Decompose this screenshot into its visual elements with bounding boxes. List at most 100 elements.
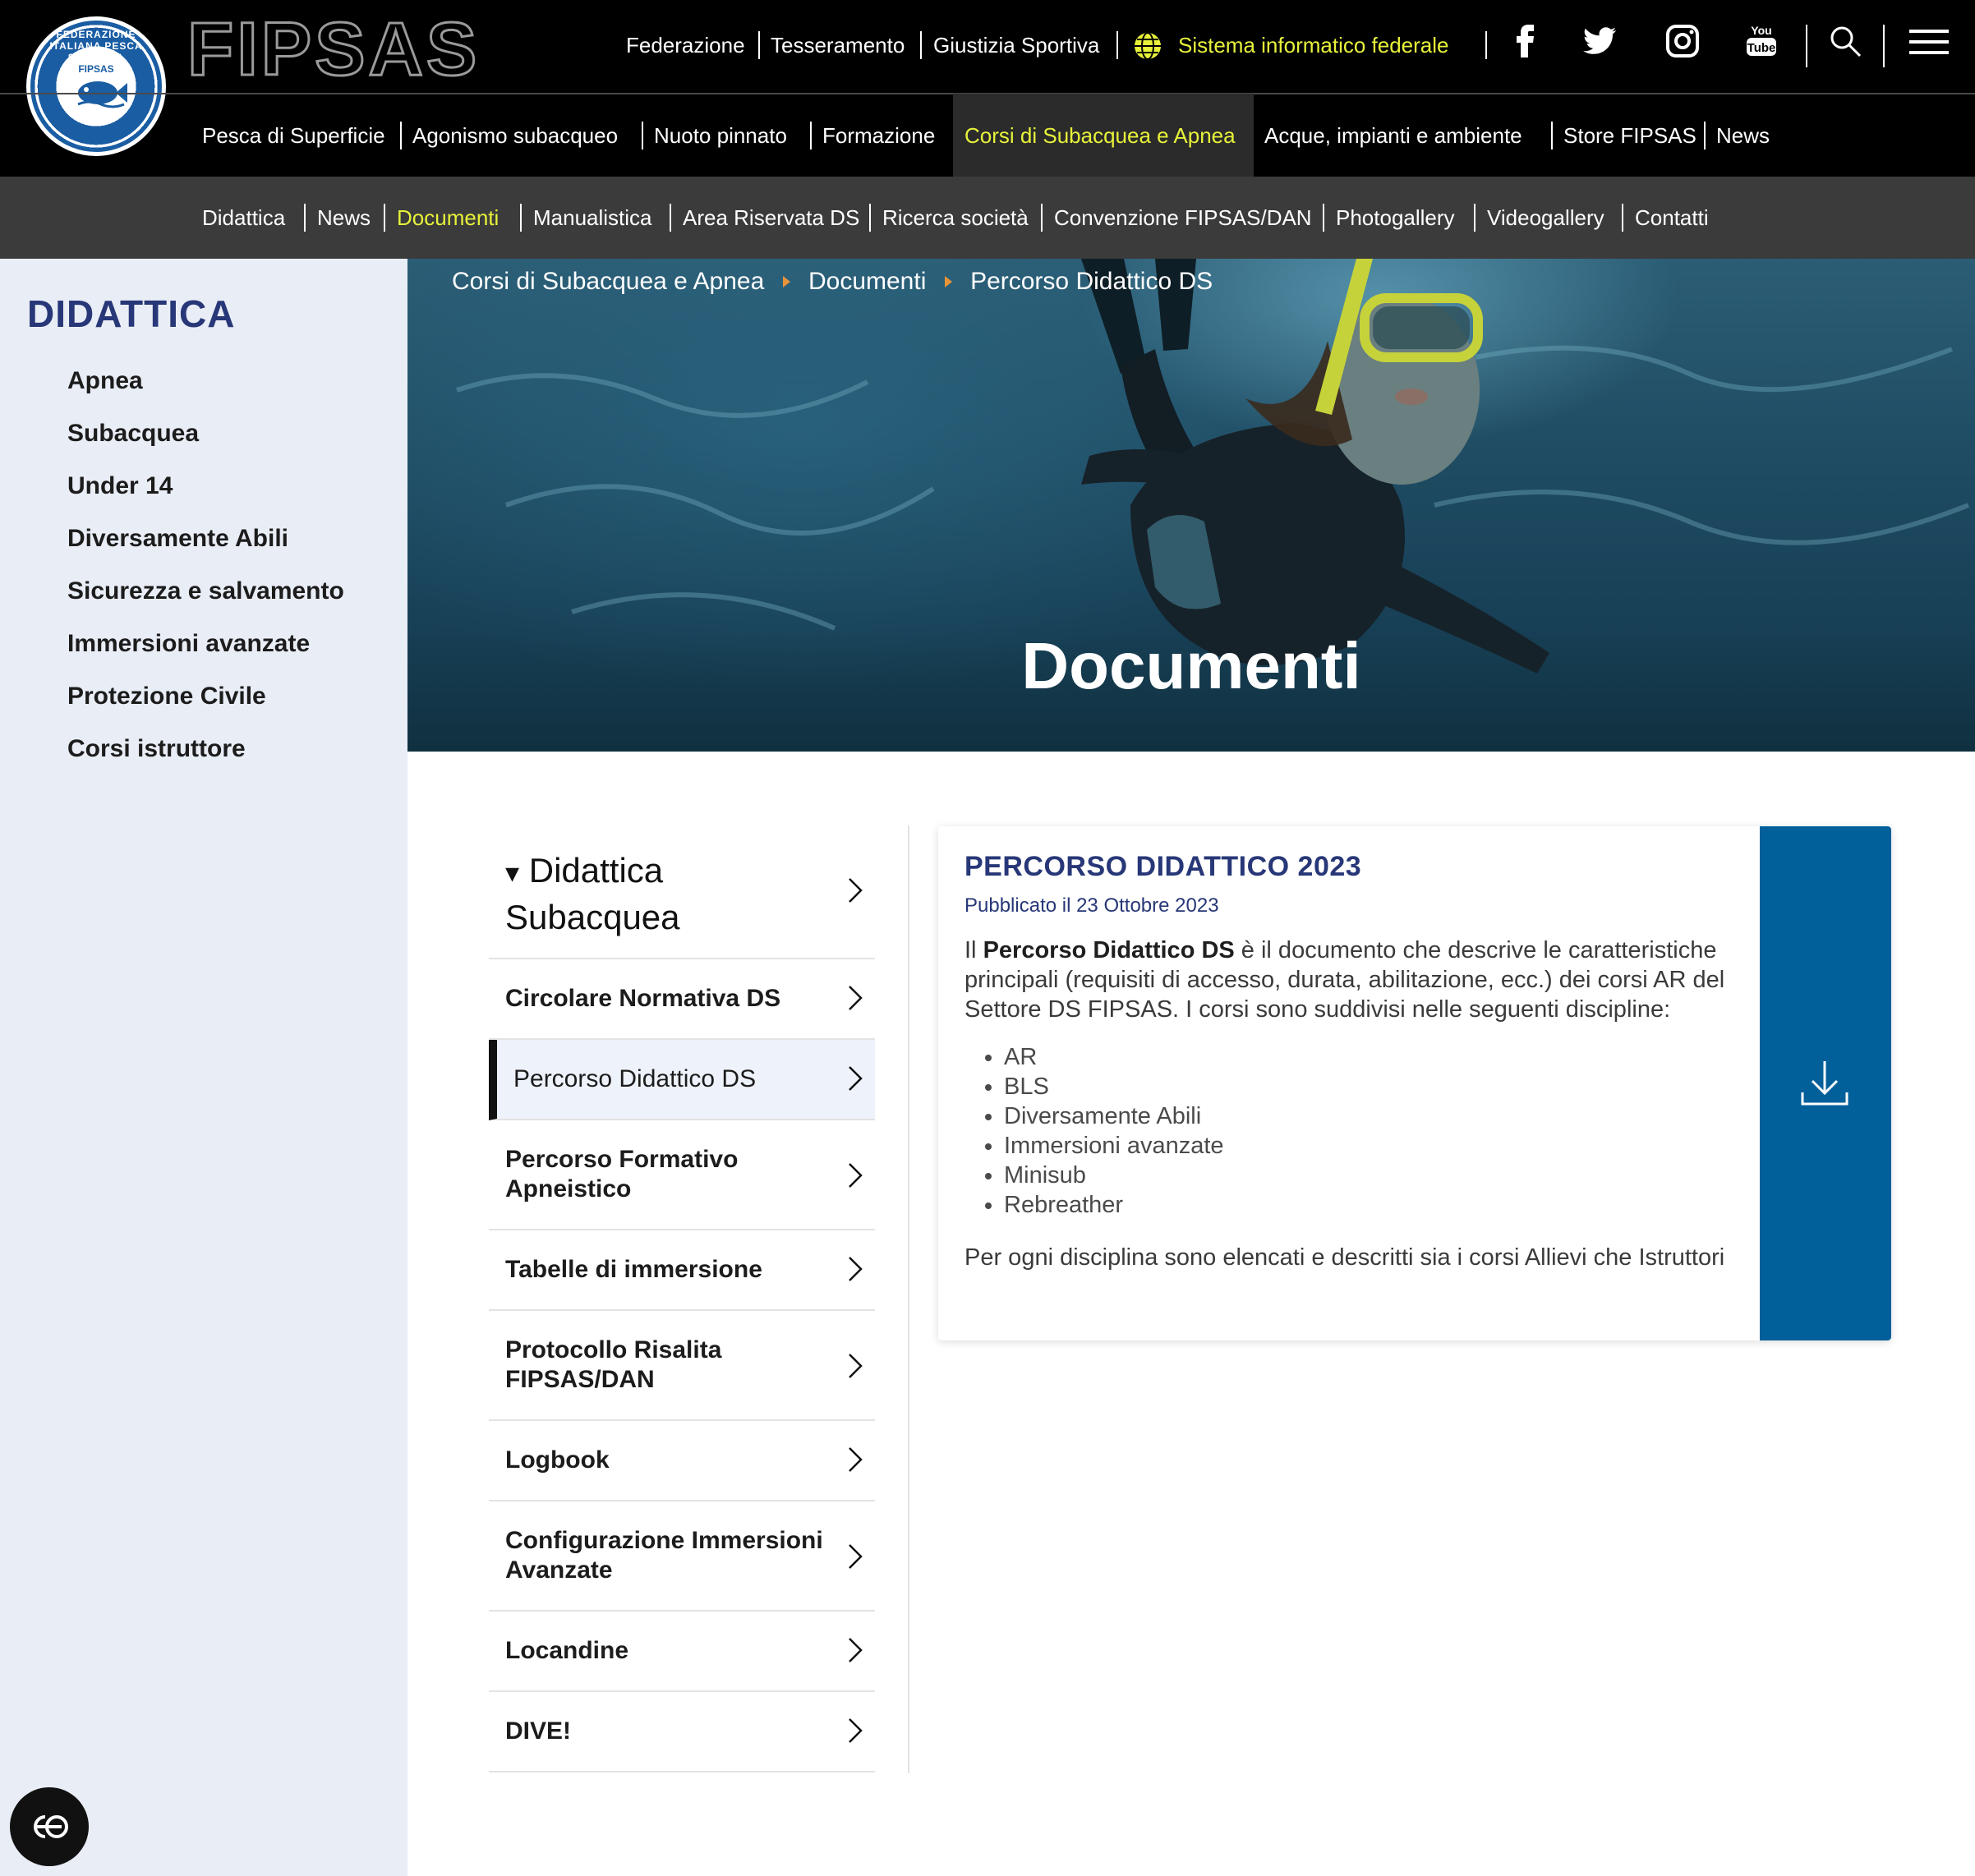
sub-nav-didattica[interactable]: Didattica: [202, 205, 285, 231]
chevron-right-icon: [849, 1447, 863, 1472]
nav-separator: [1323, 204, 1324, 232]
search-icon[interactable]: [1825, 21, 1865, 61]
nav-giustizia-sportiva[interactable]: Giustizia Sportiva: [933, 33, 1099, 58]
sidebar-item-immersioni-avanzate[interactable]: Immersioni avanzate: [67, 630, 310, 658]
fipsas-seal-logo[interactable]: FEDERAZIONE ITALIANA PESCA SPORTIVA FIPS…: [26, 16, 166, 156]
chevron-right-icon: [849, 878, 863, 903]
nav-tesseramento[interactable]: Tesseramento: [771, 33, 905, 58]
top-header: FEDERAZIONE ITALIANA PESCA SPORTIVA FIPS…: [0, 0, 1975, 177]
doc-item-label-line2: FIPSAS/DAN: [505, 1366, 655, 1393]
breadcrumb-item-corsi[interactable]: Corsi di Subacquea e Apnea: [452, 268, 764, 296]
main-nav-agonismo-subacqueo[interactable]: Agonismo subacqueo: [412, 123, 618, 149]
doc-item-label: Percorso Formativo Apneistico: [505, 1145, 738, 1204]
main-nav-pesca-di-superficie[interactable]: Pesca di Superficie: [202, 123, 385, 149]
globe-icon: [1135, 32, 1161, 60]
nav-separator: [1551, 122, 1553, 149]
nav-separator: [810, 122, 812, 149]
chevron-right-icon: [849, 1257, 863, 1281]
description-prefix: Il: [964, 937, 983, 963]
nav-separator: [642, 122, 643, 149]
doc-item-label-line2: Apneistico: [505, 1175, 632, 1202]
main-nav-formazione[interactable]: Formazione: [822, 123, 935, 149]
nav-separator: [1485, 31, 1487, 59]
nav-separator: [1883, 25, 1885, 67]
doc-category-header-label: ▾ Didattica Subacquea: [505, 848, 680, 940]
nav-separator: [1704, 122, 1706, 149]
chevron-right-icon: [849, 986, 863, 1010]
doc-item-dive[interactable]: DIVE!: [489, 1692, 875, 1773]
doc-item-label: Protocollo Risalita FIPSAS/DAN: [505, 1336, 721, 1395]
doc-item-label-line1: Configurazione Immersioni: [505, 1527, 823, 1554]
discipline-list: AR BLS Diversamente Abili Immersioni ava…: [964, 1042, 1786, 1220]
document-publish-date: Pubblicato il 23 Ottobre 2023: [964, 894, 1219, 917]
doc-item-configurazione-immersioni[interactable]: Configurazione Immersioni Avanzate: [489, 1501, 875, 1612]
discipline-item: Minisub: [1004, 1161, 1786, 1190]
fipsas-wordmark[interactable]: FIPSAS: [186, 11, 480, 89]
main-nav-news[interactable]: News: [1716, 123, 1770, 149]
doc-item-tabelle-immersione[interactable]: Tabelle di immersione: [489, 1230, 875, 1311]
breadcrumb-item-current: Percorso Didattico DS: [970, 268, 1213, 296]
sidebar-item-protezione-civile[interactable]: Protezione Civile: [67, 683, 266, 710]
doc-item-percorso-formativo-apneistico[interactable]: Percorso Formativo Apneistico: [489, 1120, 875, 1230]
nav-separator: [869, 204, 871, 232]
nav-separator: [670, 204, 671, 232]
doc-item-percorso-didattico-active[interactable]: Percorso Didattico DS: [489, 1040, 875, 1120]
section-sub-nav: Didattica News Documenti Manualistica Ar…: [0, 177, 1975, 259]
chevron-right-icon: [849, 1066, 863, 1091]
chevron-right-icon: [849, 1638, 863, 1662]
sub-nav-news[interactable]: News: [317, 205, 371, 231]
doc-category-title-line1: Didattica: [528, 851, 664, 890]
download-button[interactable]: [1760, 826, 1891, 1340]
doc-item-label: Configurazione Immersioni Avanzate: [505, 1526, 823, 1585]
doc-item-label-line2: Avanzate: [505, 1556, 613, 1584]
doc-item-logbook[interactable]: Logbook: [489, 1421, 875, 1501]
facebook-icon[interactable]: [1507, 21, 1546, 61]
chevron-right-icon: [849, 1354, 863, 1378]
doc-item-circolare-normativa[interactable]: Circolare Normativa DS: [489, 959, 875, 1040]
sub-nav-convenzione-fipsas-dan[interactable]: Convenzione FIPSAS/DAN: [1054, 205, 1312, 231]
sub-nav-photogallery[interactable]: Photogallery: [1336, 205, 1455, 231]
doc-item-label: DIVE!: [505, 1717, 572, 1745]
document-title[interactable]: PERCORSO DIDATTICO 2023: [964, 851, 1786, 883]
sidebar-item-apnea[interactable]: Apnea: [67, 367, 143, 395]
chevron-right-icon: [849, 1544, 863, 1569]
nav-separator: [1806, 25, 1807, 67]
document-card: PERCORSO DIDATTICO 2023 Pubblicato il 23…: [938, 826, 1891, 1340]
sub-nav-contatti[interactable]: Contatti: [1635, 205, 1709, 231]
fish-icon: [77, 81, 127, 108]
nav-separator: [920, 31, 922, 59]
sistema-informatico-federale-link[interactable]: Sistema informatico federale: [1178, 33, 1448, 58]
main-nav-nuoto-pinnato[interactable]: Nuoto pinnato: [654, 123, 787, 149]
doc-item-protocollo-risalita[interactable]: Protocollo Risalita FIPSAS/DAN: [489, 1311, 875, 1421]
hero-banner: Corsi di Subacquea e Apnea Documenti Per…: [407, 259, 1975, 752]
sub-nav-manualistica[interactable]: Manualistica: [533, 205, 652, 231]
sidebar-item-sicurezza-salvamento[interactable]: Sicurezza e salvamento: [67, 577, 344, 605]
youtube-icon[interactable]: You Tube: [1742, 21, 1781, 61]
breadcrumb-item-documenti[interactable]: Documenti: [808, 268, 926, 296]
main-nav-corsi-subacquea-apnea[interactable]: Corsi di Subacquea e Apnea: [964, 123, 1236, 149]
sidebar-item-subacquea[interactable]: Subacquea: [67, 420, 199, 448]
doc-item-locandine[interactable]: Locandine: [489, 1612, 875, 1692]
doc-item-label: Percorso Didattico DS: [513, 1065, 757, 1092]
doc-item-label: Tabelle di immersione: [505, 1256, 762, 1283]
sub-nav-videogallery[interactable]: Videogallery: [1487, 205, 1604, 231]
youtube-you-text: You: [1751, 24, 1771, 37]
sub-nav-area-riservata-ds[interactable]: Area Riservata DS: [683, 205, 859, 231]
doc-category-header[interactable]: ▾ Didattica Subacquea: [489, 825, 875, 959]
sidebar-title: DIDATTICA: [27, 292, 236, 335]
main-nav-acque-impianti-ambiente[interactable]: Acque, impianti e ambiente: [1264, 123, 1522, 149]
sub-nav-documenti[interactable]: Documenti: [397, 205, 499, 231]
accessibility-toggle-button[interactable]: [10, 1787, 89, 1866]
hamburger-menu-icon[interactable]: [1908, 21, 1950, 61]
nav-federazione[interactable]: Federazione: [626, 33, 745, 58]
sub-nav-ricerca-societa[interactable]: Ricerca società: [882, 205, 1029, 231]
sidebar-item-diversamente-abili[interactable]: Diversamente Abili: [67, 525, 288, 553]
sidebar-item-under-14[interactable]: Under 14: [67, 472, 173, 500]
didattica-sidebar: DIDATTICA Apnea Subacquea Under 14 Diver…: [0, 259, 407, 1876]
chevron-right-icon: [849, 1163, 863, 1188]
instagram-icon[interactable]: [1663, 21, 1702, 61]
doc-item-label-line1: Protocollo Risalita: [505, 1336, 722, 1363]
twitter-icon[interactable]: [1580, 21, 1619, 61]
sidebar-item-corsi-istruttore[interactable]: Corsi istruttore: [67, 735, 246, 763]
main-nav-store-fipsas[interactable]: Store FIPSAS: [1563, 123, 1696, 149]
